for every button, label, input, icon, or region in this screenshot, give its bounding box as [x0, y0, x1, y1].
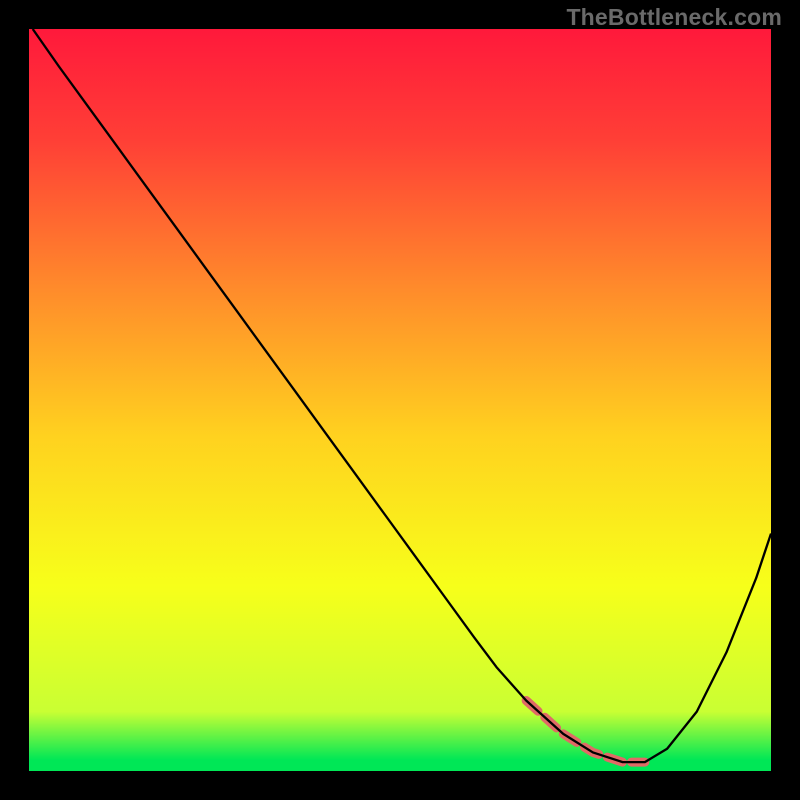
chart-plot-area	[29, 29, 771, 771]
watermark-text: TheBottleneck.com	[566, 4, 782, 31]
chart-background	[29, 29, 771, 771]
chart-svg	[29, 29, 771, 771]
chart-frame: TheBottleneck.com	[0, 0, 800, 800]
